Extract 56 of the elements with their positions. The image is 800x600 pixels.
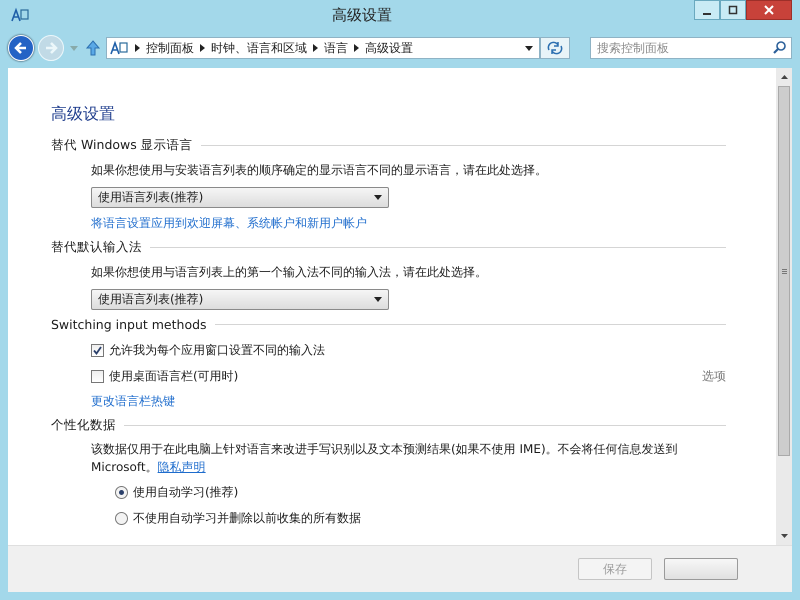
close-button[interactable] (746, 0, 792, 20)
options-link[interactable]: 选项 (702, 368, 726, 384)
scroll-down-arrow-icon[interactable] (780, 534, 788, 538)
description-text: 如果你想使用与安装语言列表的顺序确定的显示语言不同的显示语言，请在此处选择。 (91, 162, 548, 178)
breadcrumb-item[interactable]: 时钟、语言和区域 (211, 40, 307, 56)
description-text: 该数据仅用于在此电脑上针对语言来改进手写识别以及文本预测结果(如果不使用 IME)。不会将任何信息发送到 Microsoft。隐私声明 (91, 441, 679, 476)
radio-label: 不使用自动学习并删除以前收集的所有数据 (133, 510, 361, 526)
checkbox[interactable] (91, 370, 104, 382)
scroll-up-arrow-icon[interactable] (780, 75, 788, 79)
breadcrumb-item[interactable]: 高级设置 (365, 40, 413, 56)
search-icon (773, 41, 786, 54)
checkbox-label: 允许我为每个应用窗口设置不同的输入法 (109, 342, 325, 358)
privacy-link[interactable]: 隐私声明 (158, 460, 206, 474)
refresh-button[interactable] (540, 37, 570, 59)
language-dropdown[interactable]: 使用语言列表(推荐) (91, 289, 389, 310)
chevron-icon (135, 44, 140, 52)
maximize-button[interactable] (720, 0, 746, 20)
refresh-icon (547, 41, 563, 55)
window-title: 高级设置 (331, 6, 393, 24)
radio-button[interactable] (115, 512, 128, 524)
section-title: 替代默认输入法 (51, 238, 142, 256)
scrollbar-thumb[interactable] (778, 86, 790, 456)
checkbox[interactable] (91, 344, 104, 356)
section-title: Switching input methods (51, 316, 207, 332)
radio-button[interactable] (115, 486, 128, 498)
settings-link[interactable]: 将语言设置应用到欢迎屏幕、系统帐户和新用户帐户 (91, 214, 367, 232)
dialog-button[interactable] (664, 558, 738, 580)
chevron-icon (313, 44, 318, 52)
breadcrumb-item[interactable]: 语言 (324, 40, 348, 56)
scrollbar[interactable] (776, 68, 792, 545)
back-button[interactable] (8, 35, 34, 61)
minimize-icon (703, 12, 711, 14)
language-icon (10, 7, 30, 23)
maximize-icon (728, 5, 738, 15)
chevron-icon (354, 44, 359, 52)
settings-link[interactable]: 更改语言栏热键 (91, 392, 175, 410)
dropdown-caret-icon (374, 195, 382, 200)
dropdown-caret-icon[interactable] (525, 46, 533, 50)
page-heading: 高级设置 (51, 104, 116, 125)
close-icon (764, 5, 774, 15)
search-field[interactable]: 搜索控制面板 (590, 37, 792, 59)
chevron-icon (200, 44, 205, 52)
radio-label: 使用自动学习(推荐) (133, 484, 238, 500)
language-icon (109, 40, 129, 56)
up-arrow-icon[interactable] (86, 40, 100, 56)
section-title: 替代 Windows 显示语言 (51, 136, 193, 154)
language-dropdown[interactable]: 使用语言列表(推荐) (91, 187, 389, 208)
section-title: 个性化数据 (51, 416, 116, 434)
left-arrow-icon (14, 41, 28, 55)
breadcrumb-item[interactable]: 控制面板 (146, 40, 194, 56)
checkbox-label: 使用桌面语言栏(可用时) (109, 368, 238, 384)
dropdown-caret-icon (374, 297, 382, 302)
description-text: 如果你想使用与语言列表上的第一个输入法不同的输入法，请在此处选择。 (91, 264, 488, 280)
minimize-button[interactable] (694, 0, 720, 20)
right-arrow-icon (44, 41, 58, 55)
address-bar[interactable]: 控制面板 时钟、语言和区域 语言 高级设置 (106, 37, 540, 59)
